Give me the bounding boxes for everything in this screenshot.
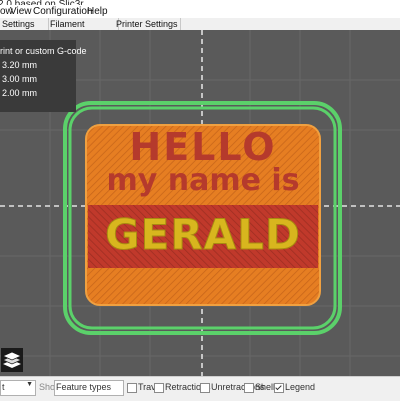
feature-types-value: Feature types xyxy=(56,382,112,392)
info-line-3: 3.00 mm xyxy=(2,74,38,84)
menu-view[interactable]: View xyxy=(10,5,32,18)
layers-icon[interactable] xyxy=(0,345,28,376)
info-line-1: rint or custom G-code xyxy=(0,46,87,56)
menu-help[interactable]: Help xyxy=(87,5,108,18)
retractions-checkbox[interactable] xyxy=(154,383,164,393)
3d-preview-viewport[interactable]: HELLO my name is GERALD rint or custom G… xyxy=(0,30,400,376)
tab-label: Settings xyxy=(2,19,35,29)
tab-filament-settings[interactable]: Filament Settings xyxy=(48,18,119,41)
tab-printer-settings[interactable]: Printer Settings xyxy=(114,18,181,30)
legend-checkbox[interactable] xyxy=(274,383,284,393)
info-line-4: 2.00 mm xyxy=(2,88,38,98)
menu-configuration[interactable]: Configuration xyxy=(33,5,92,18)
tab-label: Printer Settings xyxy=(116,19,178,29)
tab-print-settings[interactable]: Settings xyxy=(0,18,49,30)
shells-checkbox[interactable] xyxy=(244,383,254,393)
info-line-2: 3.20 mm xyxy=(2,60,38,70)
model-text-hello: HELLO xyxy=(129,125,277,169)
feature-types-select[interactable]: Feature types xyxy=(54,380,124,396)
model-text-name: GERALD xyxy=(105,210,301,260)
model-text-my-name-is: my name is xyxy=(106,163,300,198)
preview-bottom-bar: t ▼ Show Feature types Travel Retraction… xyxy=(0,376,400,401)
view-type-select[interactable]: t ▼ xyxy=(0,380,36,396)
unretractions-checkbox[interactable] xyxy=(200,383,210,393)
legend-label: Legend xyxy=(285,382,316,392)
view-type-value: t xyxy=(2,382,5,392)
menu-bar: ow View Configuration Help xyxy=(0,5,400,18)
travel-checkbox[interactable] xyxy=(127,383,137,393)
slice-info-panel: rint or custom G-code 3.20 mm 3.00 mm 2.… xyxy=(0,40,87,112)
chevron-down-icon: ▼ xyxy=(26,381,33,388)
